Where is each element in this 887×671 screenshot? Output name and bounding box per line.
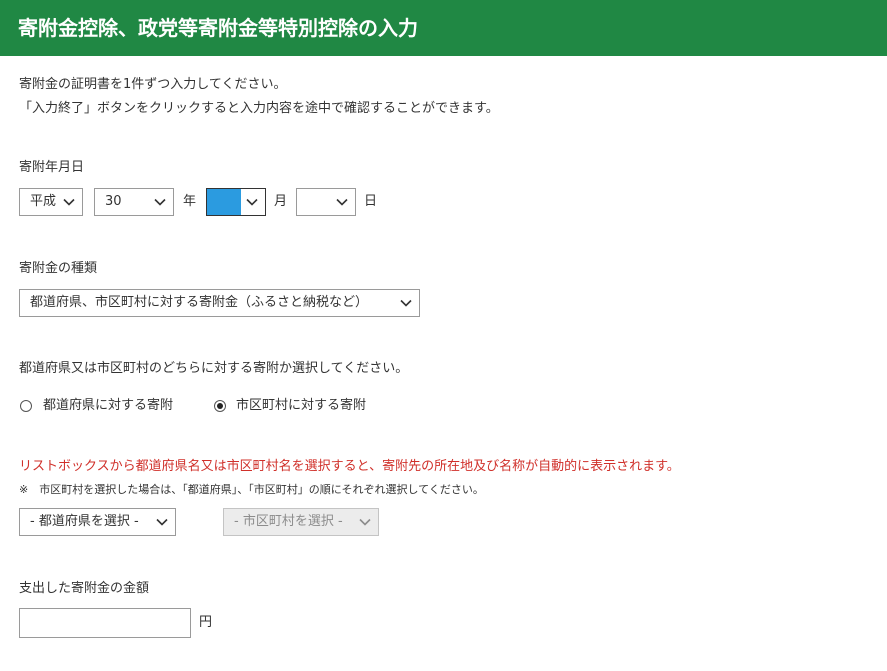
radio-city-label[interactable]: 市区町村に対する寄附 <box>236 398 366 414</box>
donation-date-label: 寄附年月日 <box>19 160 85 175</box>
target-question: 都道府県又は市区町村のどちらに対する寄附か選択してください。 <box>19 361 409 376</box>
prefecture-select-value: - 都道府県を選択 - <box>30 514 139 529</box>
era-select-value: 平成 <box>30 194 57 209</box>
auto-fill-notice: リストボックスから都道府県名又は市区町村名を選択すると、寄附先の所在地及び名称が… <box>19 459 680 474</box>
year-select[interactable]: 30 <box>94 188 174 216</box>
chevron-down-icon <box>63 198 75 206</box>
radio-city[interactable] <box>214 400 226 412</box>
radio-prefecture[interactable] <box>20 400 32 412</box>
chevron-down-icon <box>400 299 412 307</box>
month-unit: 月 <box>274 194 288 209</box>
radio-prefecture-label[interactable]: 都道府県に対する寄附 <box>43 398 173 414</box>
city-select-value: - 市区町村を選択 - <box>234 514 343 529</box>
era-select[interactable]: 平成 <box>19 188 83 216</box>
donation-type-select[interactable]: 都道府県、市区町村に対する寄附金（ふるさと納税など） <box>19 289 420 317</box>
chevron-down-icon <box>336 198 348 206</box>
chevron-down-icon <box>156 518 168 526</box>
month-select[interactable] <box>206 188 266 216</box>
selection-order-note: ※ 市区町村を選択した場合は、「都道府県」、「市区町村」の順にそれぞれ選択してく… <box>19 483 484 496</box>
amount-input[interactable] <box>19 608 191 638</box>
city-select: - 市区町村を選択 - <box>223 508 379 536</box>
donation-type-value: 都道府県、市区町村に対する寄附金（ふるさと納税など） <box>30 295 369 310</box>
chevron-down-icon <box>246 198 258 206</box>
donation-type-label: 寄附金の種類 <box>19 261 98 276</box>
day-select[interactable] <box>296 188 356 216</box>
intro-line-1: 寄附金の証明書を1件ずつ入力してください。 <box>19 77 287 92</box>
amount-label: 支出した寄附金の金額 <box>19 581 150 596</box>
year-unit: 年 <box>183 194 197 209</box>
month-highlight <box>207 189 241 215</box>
intro-line-2: 「入力終了」ボタンをクリックすると入力内容を途中で確認することができます。 <box>19 101 499 116</box>
chevron-down-icon <box>359 518 371 526</box>
prefecture-select[interactable]: - 都道府県を選択 - <box>19 508 176 536</box>
day-unit: 日 <box>364 194 378 209</box>
year-select-value: 30 <box>105 194 122 209</box>
page-title: 寄附金控除、政党等寄附金等特別控除の入力 <box>0 0 887 56</box>
amount-unit: 円 <box>199 615 213 630</box>
chevron-down-icon <box>154 198 166 206</box>
